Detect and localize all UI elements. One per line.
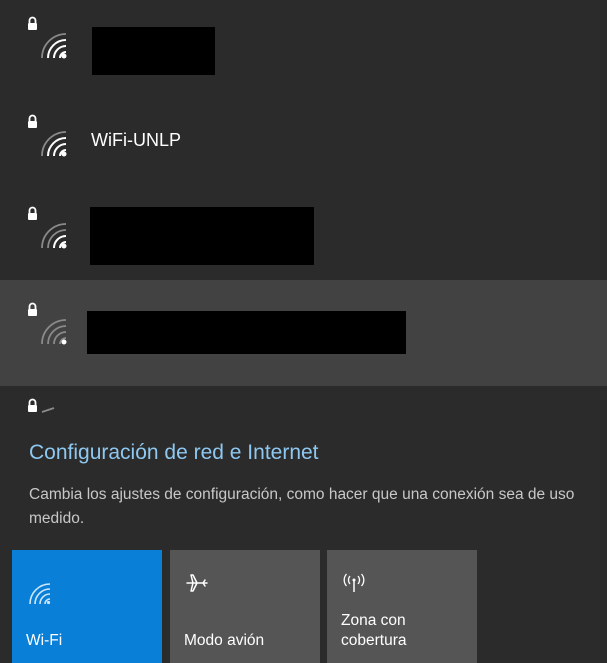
- airplane-mode-tile[interactable]: Modo avión: [170, 550, 320, 663]
- network-item-2[interactable]: WiFi-UNLP: [0, 100, 607, 190]
- network-settings-description: Cambia los ajustes de configuración, com…: [29, 486, 575, 527]
- network-flyout: WiFi-UNLP Configuración de red e Interne…: [0, 0, 607, 663]
- network-item-1[interactable]: [0, 0, 607, 100]
- wifi-secured-icon: [24, 206, 68, 252]
- network-item-4[interactable]: [0, 280, 607, 386]
- wifi-toggle-tile[interactable]: Wi-Fi: [12, 550, 162, 663]
- wifi-secured-icon: [24, 302, 68, 348]
- wifi-secured-icon: [24, 398, 68, 426]
- wifi-secured-icon: [24, 16, 68, 62]
- wifi-secured-icon: [24, 114, 68, 160]
- quick-actions: Wi-Fi Modo avión Zona con cobertura: [0, 550, 607, 663]
- mobile-hotspot-tile[interactable]: Zona con cobertura: [327, 550, 477, 663]
- network-settings-link[interactable]: Configuración de red e Internet: [29, 441, 319, 465]
- redacted-network-name: [92, 27, 215, 75]
- network-list: WiFi-UNLP: [0, 0, 607, 425]
- network-item-3[interactable]: [0, 190, 607, 280]
- tile-label: Zona con cobertura: [341, 612, 407, 649]
- tile-label: Modo avión: [184, 632, 265, 649]
- wifi-icon: [26, 580, 52, 606]
- redacted-network-name: [87, 311, 406, 354]
- airplane-icon: [184, 570, 210, 596]
- redacted-network-name: [90, 207, 314, 265]
- hotspot-icon: [341, 570, 367, 596]
- tile-label: Wi-Fi: [26, 632, 63, 649]
- network-item-5[interactable]: [0, 386, 607, 426]
- network-name: WiFi-UNLP: [91, 130, 181, 150]
